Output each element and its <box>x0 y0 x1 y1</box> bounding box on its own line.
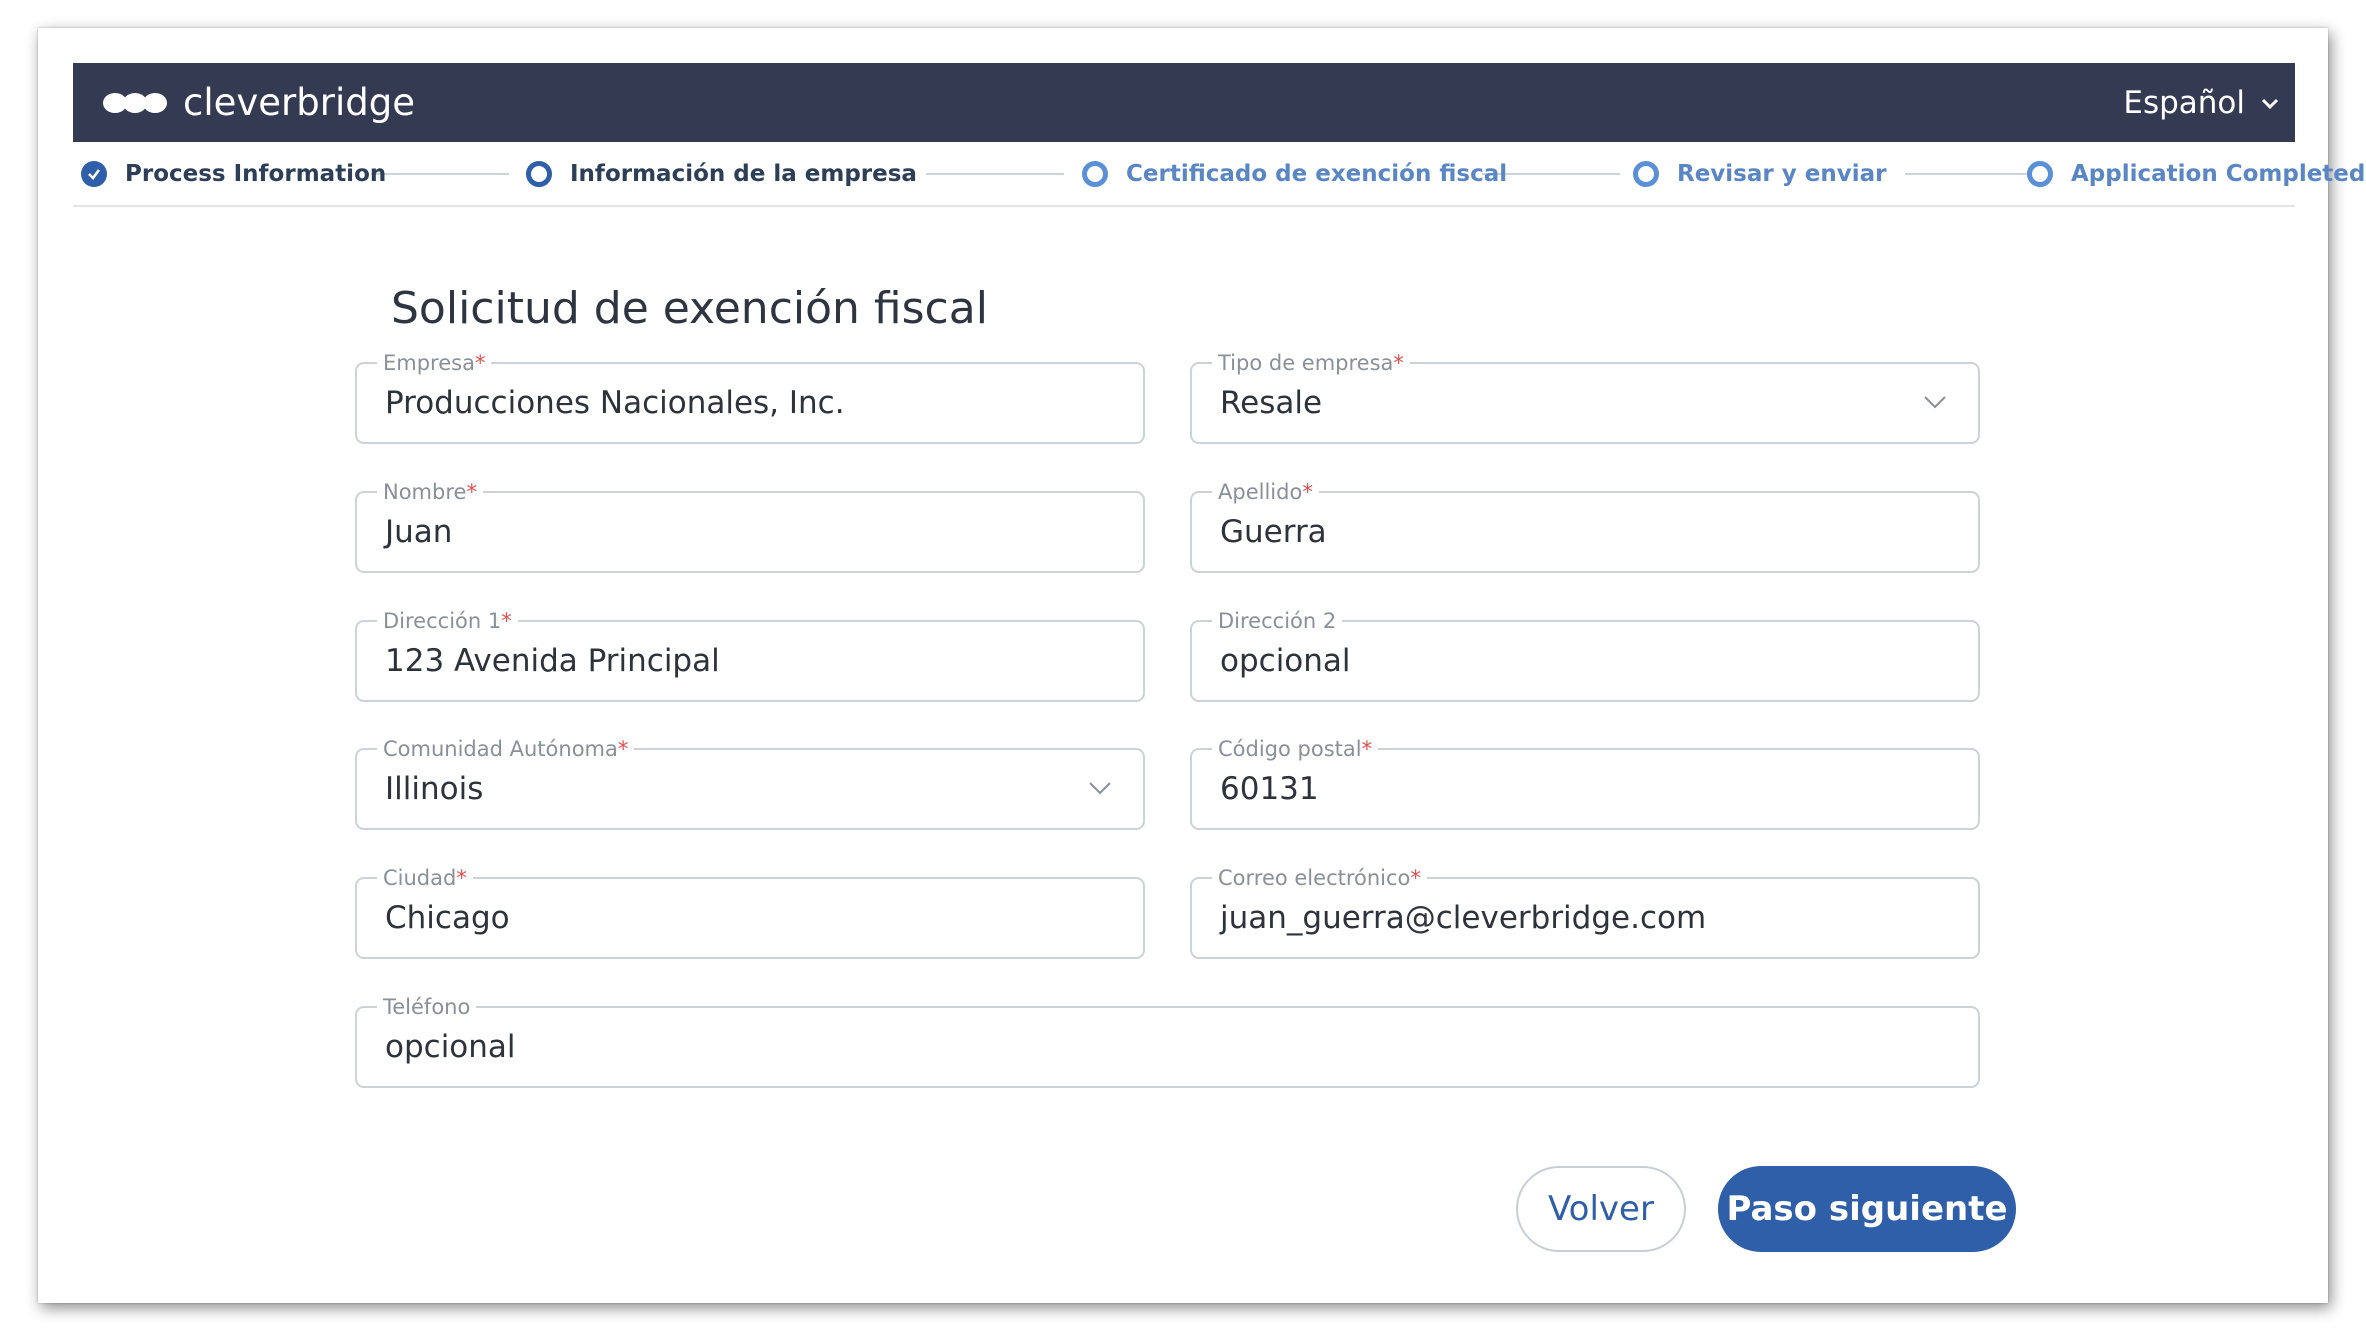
comunidad-select[interactable]: Comunidad Autónoma* Illinois <box>355 736 1145 830</box>
ciudad-field[interactable]: Ciudad* Chicago <box>355 865 1145 959</box>
language-selector[interactable]: Español <box>2123 63 2281 142</box>
step-label: Application Completed <box>2071 160 2366 187</box>
chevron-down-icon <box>1089 782 1111 795</box>
top-bar: cleverbridge Español <box>73 63 2295 142</box>
step-connector <box>1905 173 2043 175</box>
direccion2-field[interactable]: Dirección 2 opcional <box>1190 608 1980 702</box>
field-value: juan_guerra@cleverbridge.com <box>1220 900 1707 936</box>
step-application-completed[interactable]: Application Completed <box>2027 142 2365 205</box>
step-connector <box>371 173 509 175</box>
step-revisar-enviar[interactable]: Revisar y enviar <box>1633 142 1886 205</box>
chevron-down-icon <box>2261 98 2279 109</box>
field-value: Guerra <box>1220 514 1327 550</box>
correo-field[interactable]: Correo electrónico* juan_guerra@cleverbr… <box>1190 865 1980 959</box>
step-label: Process Information <box>125 160 387 187</box>
field-value: 123 Avenida Principal <box>385 643 720 679</box>
codigo-postal-field[interactable]: Código postal* 60131 <box>1190 736 1980 830</box>
back-button[interactable]: Volver <box>1516 1166 1686 1252</box>
logo-dots-icon <box>103 92 167 113</box>
telefono-field[interactable]: Teléfono opcional <box>355 994 1980 1088</box>
step-pending-circle-icon <box>1082 160 1108 187</box>
step-active-circle-icon <box>526 160 552 187</box>
page-title: Solicitud de exención fiscal <box>391 283 988 334</box>
step-connector <box>926 173 1064 175</box>
field-value: Juan <box>385 514 453 550</box>
direccion1-field[interactable]: Dirección 1* 123 Avenida Principal <box>355 608 1145 702</box>
app-window: cleverbridge Español Process Information… <box>38 28 2365 1303</box>
tipo-empresa-select[interactable]: Tipo de empresa* Resale <box>1190 350 1980 444</box>
next-step-button[interactable]: Paso siguiente <box>1718 1166 2016 1252</box>
field-value: Illinois <box>385 771 484 807</box>
empresa-field[interactable]: Empresa* Producciones Nacionales, Inc. <box>355 350 1145 444</box>
field-value: opcional <box>1220 643 1351 679</box>
nombre-field[interactable]: Nombre* Juan <box>355 479 1145 573</box>
step-informacion-empresa[interactable]: Información de la empresa <box>526 142 917 205</box>
logo-text: cleverbridge <box>183 81 415 124</box>
progress-stepper: Process Information Información de la em… <box>73 142 2365 207</box>
check-circle-icon <box>81 160 107 187</box>
cleverbridge-logo[interactable]: cleverbridge <box>103 63 415 142</box>
step-label: Revisar y enviar <box>1677 160 1887 187</box>
field-value: Resale <box>1220 385 1323 421</box>
step-pending-circle-icon <box>1633 160 1659 187</box>
step-pending-circle-icon <box>2027 160 2053 187</box>
field-value: 60131 <box>1220 771 1319 807</box>
step-label: Certificado de exención fiscal <box>1126 160 1508 187</box>
apellido-field[interactable]: Apellido* Guerra <box>1190 479 1980 573</box>
step-certificado-exencion[interactable]: Certificado de exención fiscal <box>1082 142 1507 205</box>
field-value: Producciones Nacionales, Inc. <box>385 385 845 421</box>
step-label: Información de la empresa <box>570 160 917 187</box>
language-label: Español <box>2123 84 2245 121</box>
field-value: Chicago <box>385 900 510 936</box>
step-process-information[interactable]: Process Information <box>81 142 386 205</box>
chevron-down-icon <box>1924 396 1946 409</box>
field-value: opcional <box>385 1029 516 1065</box>
